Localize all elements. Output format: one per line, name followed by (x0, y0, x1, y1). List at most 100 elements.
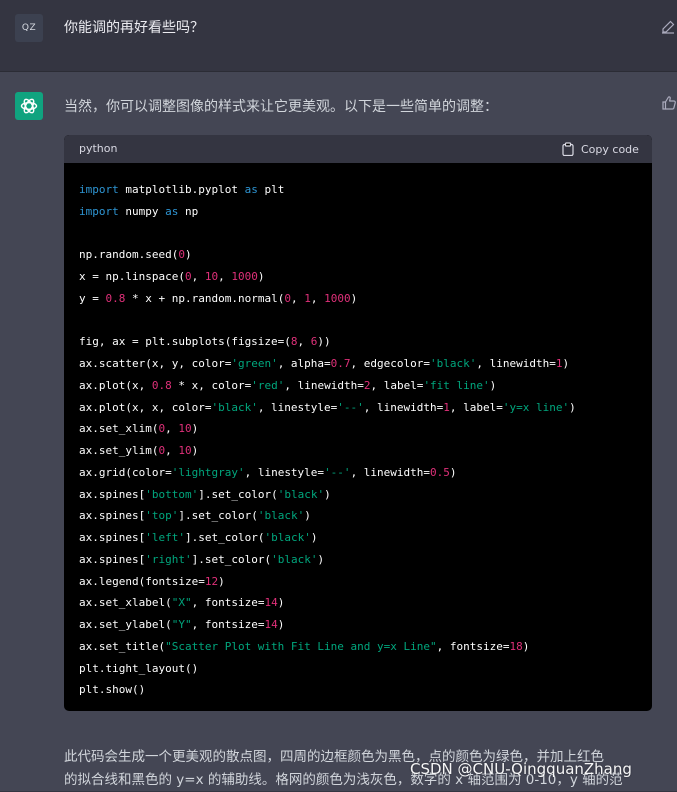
code-line: ax.plot(x, x, color='black', linestyle='… (79, 397, 576, 419)
code-token: , (297, 335, 311, 349)
code-token: ) (350, 291, 358, 305)
code-token: 'black' (277, 487, 325, 501)
watermark: CSDN @CNU-QingquanZhang (410, 760, 632, 778)
code-token: plt (257, 183, 285, 196)
code-token: '--' (324, 465, 351, 479)
code-line: import matplotlib.pyplot as plt (79, 179, 576, 201)
code-token: 'black' (264, 531, 311, 544)
code-token: 1 (443, 400, 450, 414)
code-token: 8 (290, 335, 298, 349)
code-token: 'right' (145, 552, 192, 566)
edit-icon[interactable] (661, 19, 675, 34)
copy-code-label: Copy code (581, 142, 639, 156)
code-token: as (165, 204, 179, 218)
code-token: ) (569, 400, 576, 414)
code-token: * x, color= (171, 378, 252, 392)
code-token: ) (324, 487, 331, 501)
code-token: "Scatter Plot with Fit Line and y=x Line… (165, 639, 437, 653)
user-avatar: QZ (15, 14, 43, 42)
code-line: ax.set_ylim(0, 10) (79, 440, 576, 462)
code-token: 0.8 (151, 378, 172, 392)
code-token: as (244, 183, 258, 196)
code-token: ax.set_xlabel( (79, 596, 172, 610)
code-token: plt.tight_layout() (79, 661, 199, 675)
code-token: ax.scatter(x, y, color= (79, 357, 232, 370)
code-token: numpy (118, 204, 166, 218)
openai-logo-icon (15, 92, 43, 120)
code-token: , alpha= (277, 357, 331, 370)
code-token: * x + np.random.normal( (125, 291, 285, 305)
code-token: ) (257, 270, 265, 283)
code-token: ax.legend(fontsize= (79, 574, 205, 588)
code-line: ax.plot(x, 0.8 * x, color='red', linewid… (79, 375, 576, 397)
code-token: ) (184, 248, 192, 262)
code-token: y = (79, 291, 106, 305)
code-content: import matplotlib.pyplot as plt import nu… (79, 179, 576, 701)
code-token: import (79, 183, 119, 196)
code-token: ax.spines[ (79, 487, 146, 501)
code-token: fig, ax = plt.subplots(figsize=( (79, 335, 291, 349)
code-token: ) (304, 509, 311, 523)
code-token: , linewidth= (476, 357, 556, 370)
code-line: y = 0.8 * x + np.random.normal(0, 1, 100… (79, 288, 576, 310)
code-line: ax.spines['top'].set_color('black') (79, 505, 576, 527)
code-token: 0.5 (430, 465, 450, 479)
code-token: ].set_color( (184, 531, 265, 544)
code-block: python Copy code import matplotlib.pyplo… (64, 135, 652, 711)
code-token: x = np.linspace( (79, 270, 185, 283)
code-token: , fontsize= (436, 639, 510, 653)
code-token: 10 (178, 422, 192, 436)
code-token: ) (522, 639, 530, 653)
code-line: ax.spines['right'].set_color('black') (79, 549, 576, 571)
code-token: ax.plot(x, (79, 378, 152, 392)
code-token: ax.set_title( (79, 639, 166, 653)
code-token: , (218, 270, 232, 283)
code-token: 'lightgray' (171, 465, 245, 479)
code-token: 'fit line' (423, 378, 490, 392)
code-token: ) (218, 574, 225, 588)
code-token: np (178, 204, 199, 218)
code-token: , linewidth= (350, 465, 431, 479)
copy-code-button[interactable]: Copy code (562, 141, 639, 157)
code-token: 14 (264, 618, 278, 631)
code-token: 18 (509, 639, 523, 653)
code-token: ) (191, 422, 199, 436)
code-line: fig, ax = plt.subplots(figsize=(8, 6)) (79, 331, 576, 353)
code-token: , (310, 291, 325, 305)
code-token: 'left' (145, 531, 185, 544)
code-token: 'green' (231, 357, 278, 370)
code-token: 'black' (257, 509, 305, 523)
code-line: ax.set_xlim(0, 10) (79, 418, 576, 440)
code-line: x = np.linspace(0, 10, 1000) (79, 266, 576, 288)
code-token: ) (449, 465, 457, 479)
code-token: "Y" (171, 618, 192, 631)
code-token: , edgecolor= (350, 357, 431, 370)
thumbs-up-icon[interactable] (661, 95, 677, 111)
code-token: ) (317, 552, 325, 566)
code-token: ) (489, 378, 497, 392)
code-line: ax.set_title("Scatter Plot with Fit Line… (79, 636, 576, 658)
code-token: "X" (171, 596, 192, 610)
code-token: 10 (178, 444, 192, 457)
code-token: 10 (204, 270, 219, 283)
code-block-header: python Copy code (64, 135, 652, 163)
code-token: ].set_color( (178, 509, 258, 523)
code-line: plt.tight_layout() (79, 658, 576, 680)
code-line: ax.legend(fontsize=12) (79, 571, 576, 593)
code-token: 0.8 (105, 291, 126, 305)
code-token: 1 (555, 357, 563, 370)
code-line: ax.set_ylabel("Y", fontsize=14) (79, 614, 576, 636)
code-token: 'black' (430, 357, 477, 370)
code-token: 'black' (271, 552, 318, 566)
code-token: 12 (204, 574, 219, 588)
code-line: ax.scatter(x, y, color='green', alpha=0.… (79, 353, 576, 375)
user-message-row: QZ 你能调的再好看些吗？ (0, 0, 677, 72)
code-token: 0 (284, 291, 291, 305)
code-token: 'black' (211, 400, 258, 414)
code-line: import numpy as np (79, 201, 576, 223)
code-token: ) (191, 444, 199, 457)
clipboard-icon (562, 142, 574, 156)
code-token: , linewidth= (363, 400, 444, 414)
code-language-label: python (79, 142, 118, 155)
